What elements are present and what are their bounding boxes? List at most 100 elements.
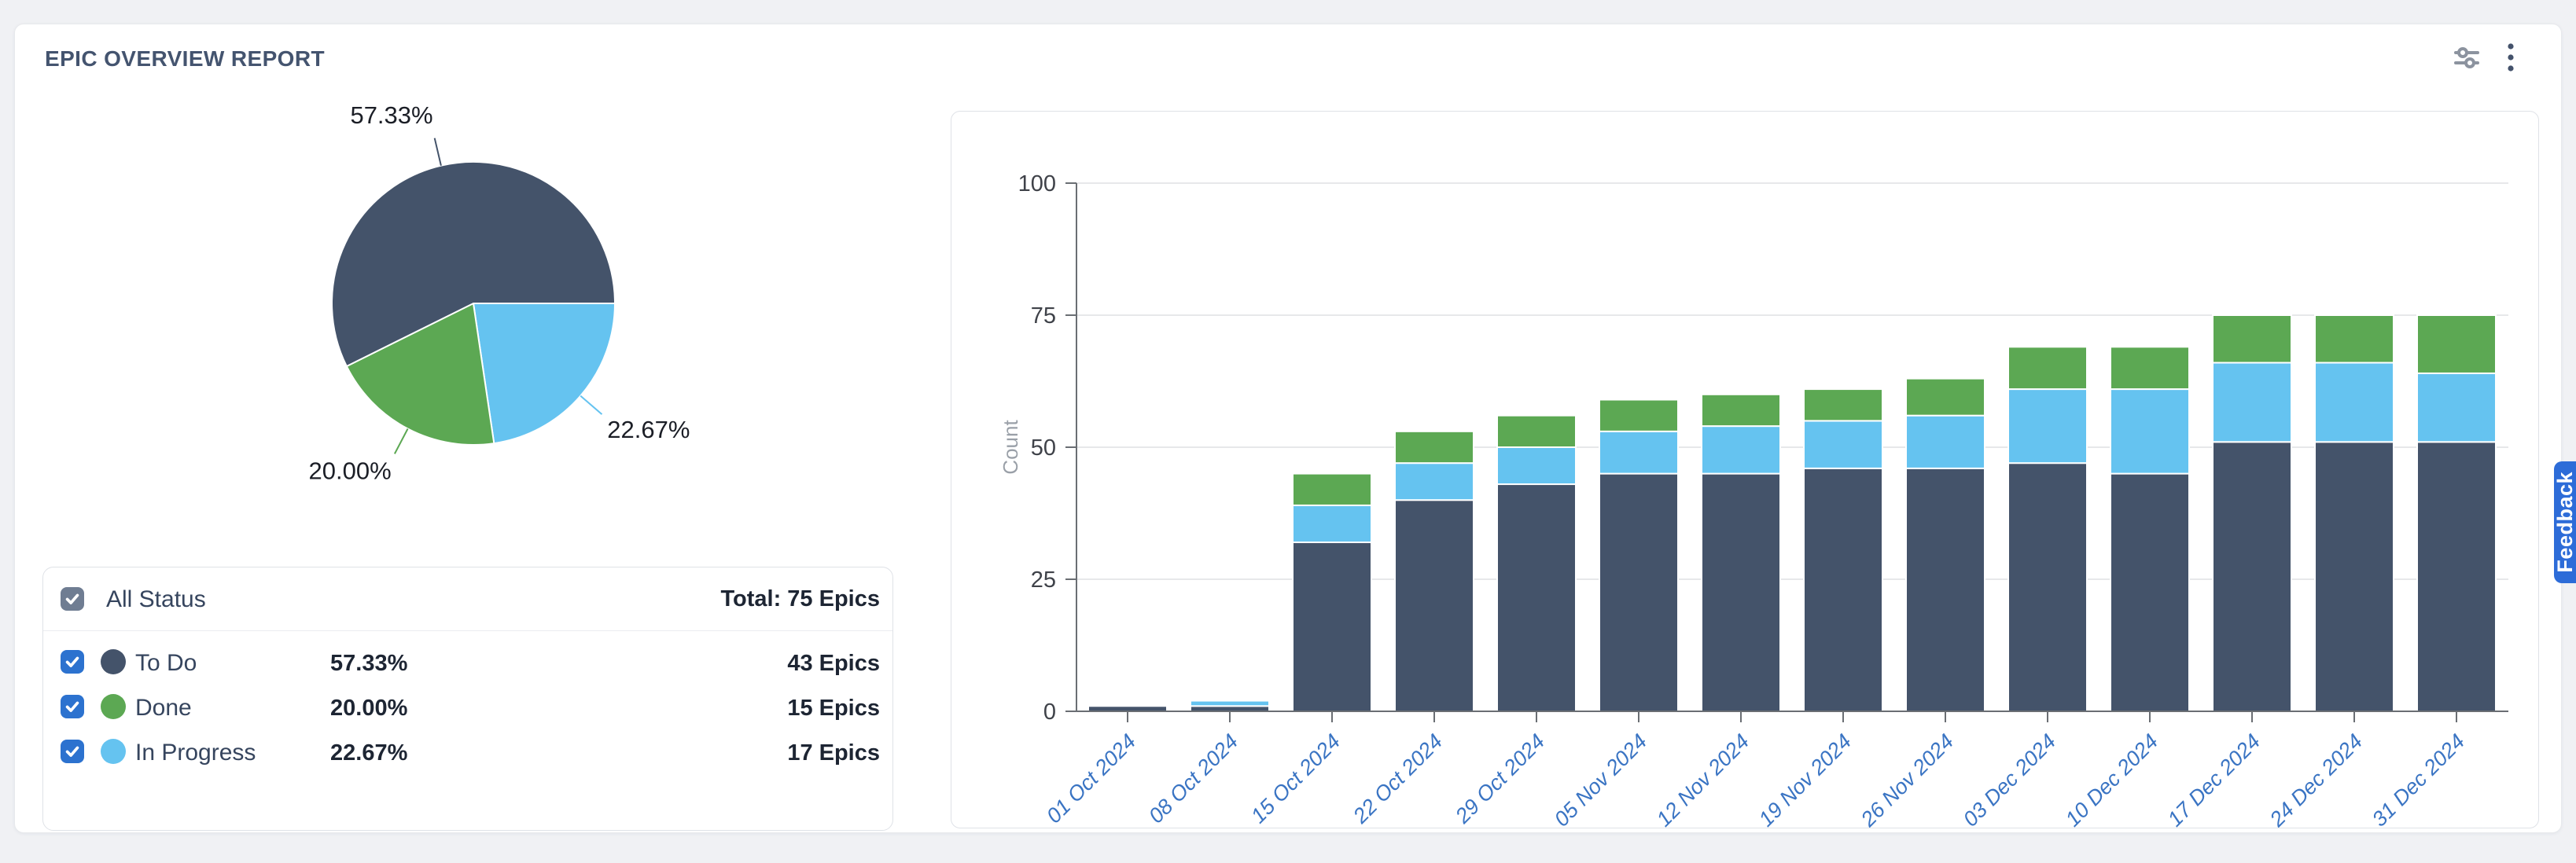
bar-segment-done[interactable] xyxy=(2110,347,2189,389)
bar-segment-done[interactable] xyxy=(2315,315,2394,362)
bar-segment-done[interactable] xyxy=(1599,400,1678,432)
divider xyxy=(43,630,892,631)
page-title: EPIC OVERVIEW REPORT xyxy=(45,46,325,72)
bar-segment-in-progress[interactable] xyxy=(1395,463,1474,500)
status-label: In Progress xyxy=(135,740,256,766)
x-axis-label: 05 Nov 2024 xyxy=(1550,729,1651,828)
status-percent: 57.33% xyxy=(330,651,407,677)
pie-slice-label: 57.33% xyxy=(350,101,432,129)
chart-settings-button[interactable] xyxy=(2448,39,2486,76)
done-checkbox[interactable] xyxy=(61,695,84,718)
bar-segment-to-do[interactable] xyxy=(1293,542,1371,711)
done-color-dot xyxy=(101,694,126,719)
x-axis-label: 29 Oct 2024 xyxy=(1450,729,1549,828)
x-axis-label: 03 Dec 2024 xyxy=(1959,729,2060,828)
bar-segment-to-do[interactable] xyxy=(1702,474,1780,711)
pie-label-connector xyxy=(580,396,602,415)
bar-segment-to-do[interactable] xyxy=(1190,706,1269,711)
bar-segment-done[interactable] xyxy=(1497,416,1576,447)
bar-segment-to-do[interactable] xyxy=(2417,442,2496,711)
bar-segment-to-do[interactable] xyxy=(2008,463,2087,711)
y-axis-label: 100 xyxy=(1018,171,1056,196)
bar-segment-to-do[interactable] xyxy=(1497,484,1576,711)
bar-segment-done[interactable] xyxy=(1293,474,1371,505)
bar-segment-done[interactable] xyxy=(1804,389,1882,420)
bar-segment-to-do[interactable] xyxy=(2110,474,2189,711)
epic-count-bar-chart-panel: 01 Oct 202408 Oct 202415 Oct 202422 Oct … xyxy=(951,111,2539,828)
stacked-bar-chart: 01 Oct 202408 Oct 202415 Oct 202422 Oct … xyxy=(951,112,2539,828)
bar-segment-done[interactable] xyxy=(1702,395,1780,426)
bar-segment-in-progress[interactable] xyxy=(2110,389,2189,474)
status-label: To Do xyxy=(135,650,197,677)
bar-segment-in-progress[interactable] xyxy=(2315,362,2394,442)
bar-segment-to-do[interactable] xyxy=(2213,442,2291,711)
bar-segment-done[interactable] xyxy=(2213,315,2291,362)
to-do-checkbox[interactable] xyxy=(61,650,84,674)
bar-segment-to-do[interactable] xyxy=(1804,468,1882,711)
status-label: Done xyxy=(135,695,192,722)
check-icon xyxy=(68,658,78,666)
in-progress-checkbox[interactable] xyxy=(61,740,84,763)
x-axis-label: 26 Nov 2024 xyxy=(1856,729,1958,828)
bar-segment-in-progress[interactable] xyxy=(1190,701,1269,707)
bar-segment-in-progress[interactable] xyxy=(2008,389,2087,463)
bar-segment-in-progress[interactable] xyxy=(1599,432,1678,474)
bar-segment-done[interactable] xyxy=(2008,347,2087,389)
status-row-in-progress: In Progress 22.67% 17 Epics xyxy=(43,729,892,774)
x-axis-label: 17 Dec 2024 xyxy=(2163,729,2265,828)
bar-segment-to-do[interactable] xyxy=(1599,474,1678,711)
bar-segment-to-do[interactable] xyxy=(1088,706,1167,711)
bar-segment-in-progress[interactable] xyxy=(1293,505,1371,542)
x-axis-label: 22 Oct 2024 xyxy=(1348,729,1447,828)
bar-segment-done[interactable] xyxy=(1906,379,1985,416)
x-axis-label: 19 Nov 2024 xyxy=(1754,729,1856,828)
y-axis-label: 50 xyxy=(1031,435,1056,461)
x-axis-label: 15 Oct 2024 xyxy=(1246,729,1345,828)
x-axis-label: 01 Oct 2024 xyxy=(1042,729,1140,828)
bar-segment-in-progress[interactable] xyxy=(1804,420,1882,468)
x-axis-label: 12 Nov 2024 xyxy=(1652,729,1754,828)
x-axis-label: 10 Dec 2024 xyxy=(2061,729,2162,828)
status-percent: 20.00% xyxy=(330,696,407,722)
all-status-checkbox[interactable] xyxy=(61,587,84,611)
in-progress-color-dot xyxy=(101,739,126,764)
sliders-icon xyxy=(2453,43,2481,72)
pie-slice-in-progress[interactable] xyxy=(473,303,615,443)
status-pie-chart: 22.67% 20.00% 57.33% xyxy=(15,95,927,567)
status-row-to-do: To Do 57.33% 43 Epics xyxy=(43,640,892,685)
bar-segment-in-progress[interactable] xyxy=(1497,447,1576,484)
y-axis-title: Count xyxy=(999,420,1022,475)
x-axis-label: 08 Oct 2024 xyxy=(1144,729,1242,828)
bar-segment-in-progress[interactable] xyxy=(1906,416,1985,468)
status-count: 43 Epics xyxy=(787,651,880,677)
to-do-color-dot xyxy=(101,649,126,674)
bar-segment-in-progress[interactable] xyxy=(2213,362,2291,442)
bar-segment-to-do[interactable] xyxy=(1906,468,1985,711)
pie-slice-label: 20.00% xyxy=(309,457,392,484)
bar-segment-in-progress[interactable] xyxy=(1702,426,1780,473)
feedback-button[interactable]: Feedback xyxy=(2554,461,2576,583)
status-percent: 22.67% xyxy=(330,740,407,766)
status-row-done: Done 20.00% 15 Epics xyxy=(43,685,892,729)
kebab-menu-icon xyxy=(2506,42,2515,73)
check-icon xyxy=(68,595,78,603)
all-status-label: All Status xyxy=(106,586,206,613)
y-axis-label: 25 xyxy=(1031,567,1056,593)
total-epics-label: Total: 75 Epics xyxy=(720,586,880,612)
bar-segment-in-progress[interactable] xyxy=(2417,373,2496,442)
y-axis-label: 75 xyxy=(1031,303,1056,329)
pie-label-connector xyxy=(395,428,408,454)
all-status-row: All Status Total: 75 Epics xyxy=(43,567,892,630)
bar-segment-done[interactable] xyxy=(1395,432,1474,463)
bar-segment-to-do[interactable] xyxy=(2315,442,2394,711)
pie-label-connector xyxy=(435,138,441,166)
status-legend-panel: All Status Total: 75 Epics To Do 57.33% … xyxy=(42,567,893,831)
page: { "header": { "title": "EPIC OVERVIEW RE… xyxy=(0,0,2576,863)
x-axis-label: 24 Dec 2024 xyxy=(2265,729,2367,828)
pie-slice-label: 22.67% xyxy=(607,416,690,443)
feedback-label: Feedback xyxy=(2553,472,2576,573)
bar-segment-done[interactable] xyxy=(2417,315,2496,373)
bar-segment-to-do[interactable] xyxy=(1395,500,1474,711)
more-options-button[interactable] xyxy=(2492,39,2530,76)
x-axis-label: 31 Dec 2024 xyxy=(2368,729,2469,828)
